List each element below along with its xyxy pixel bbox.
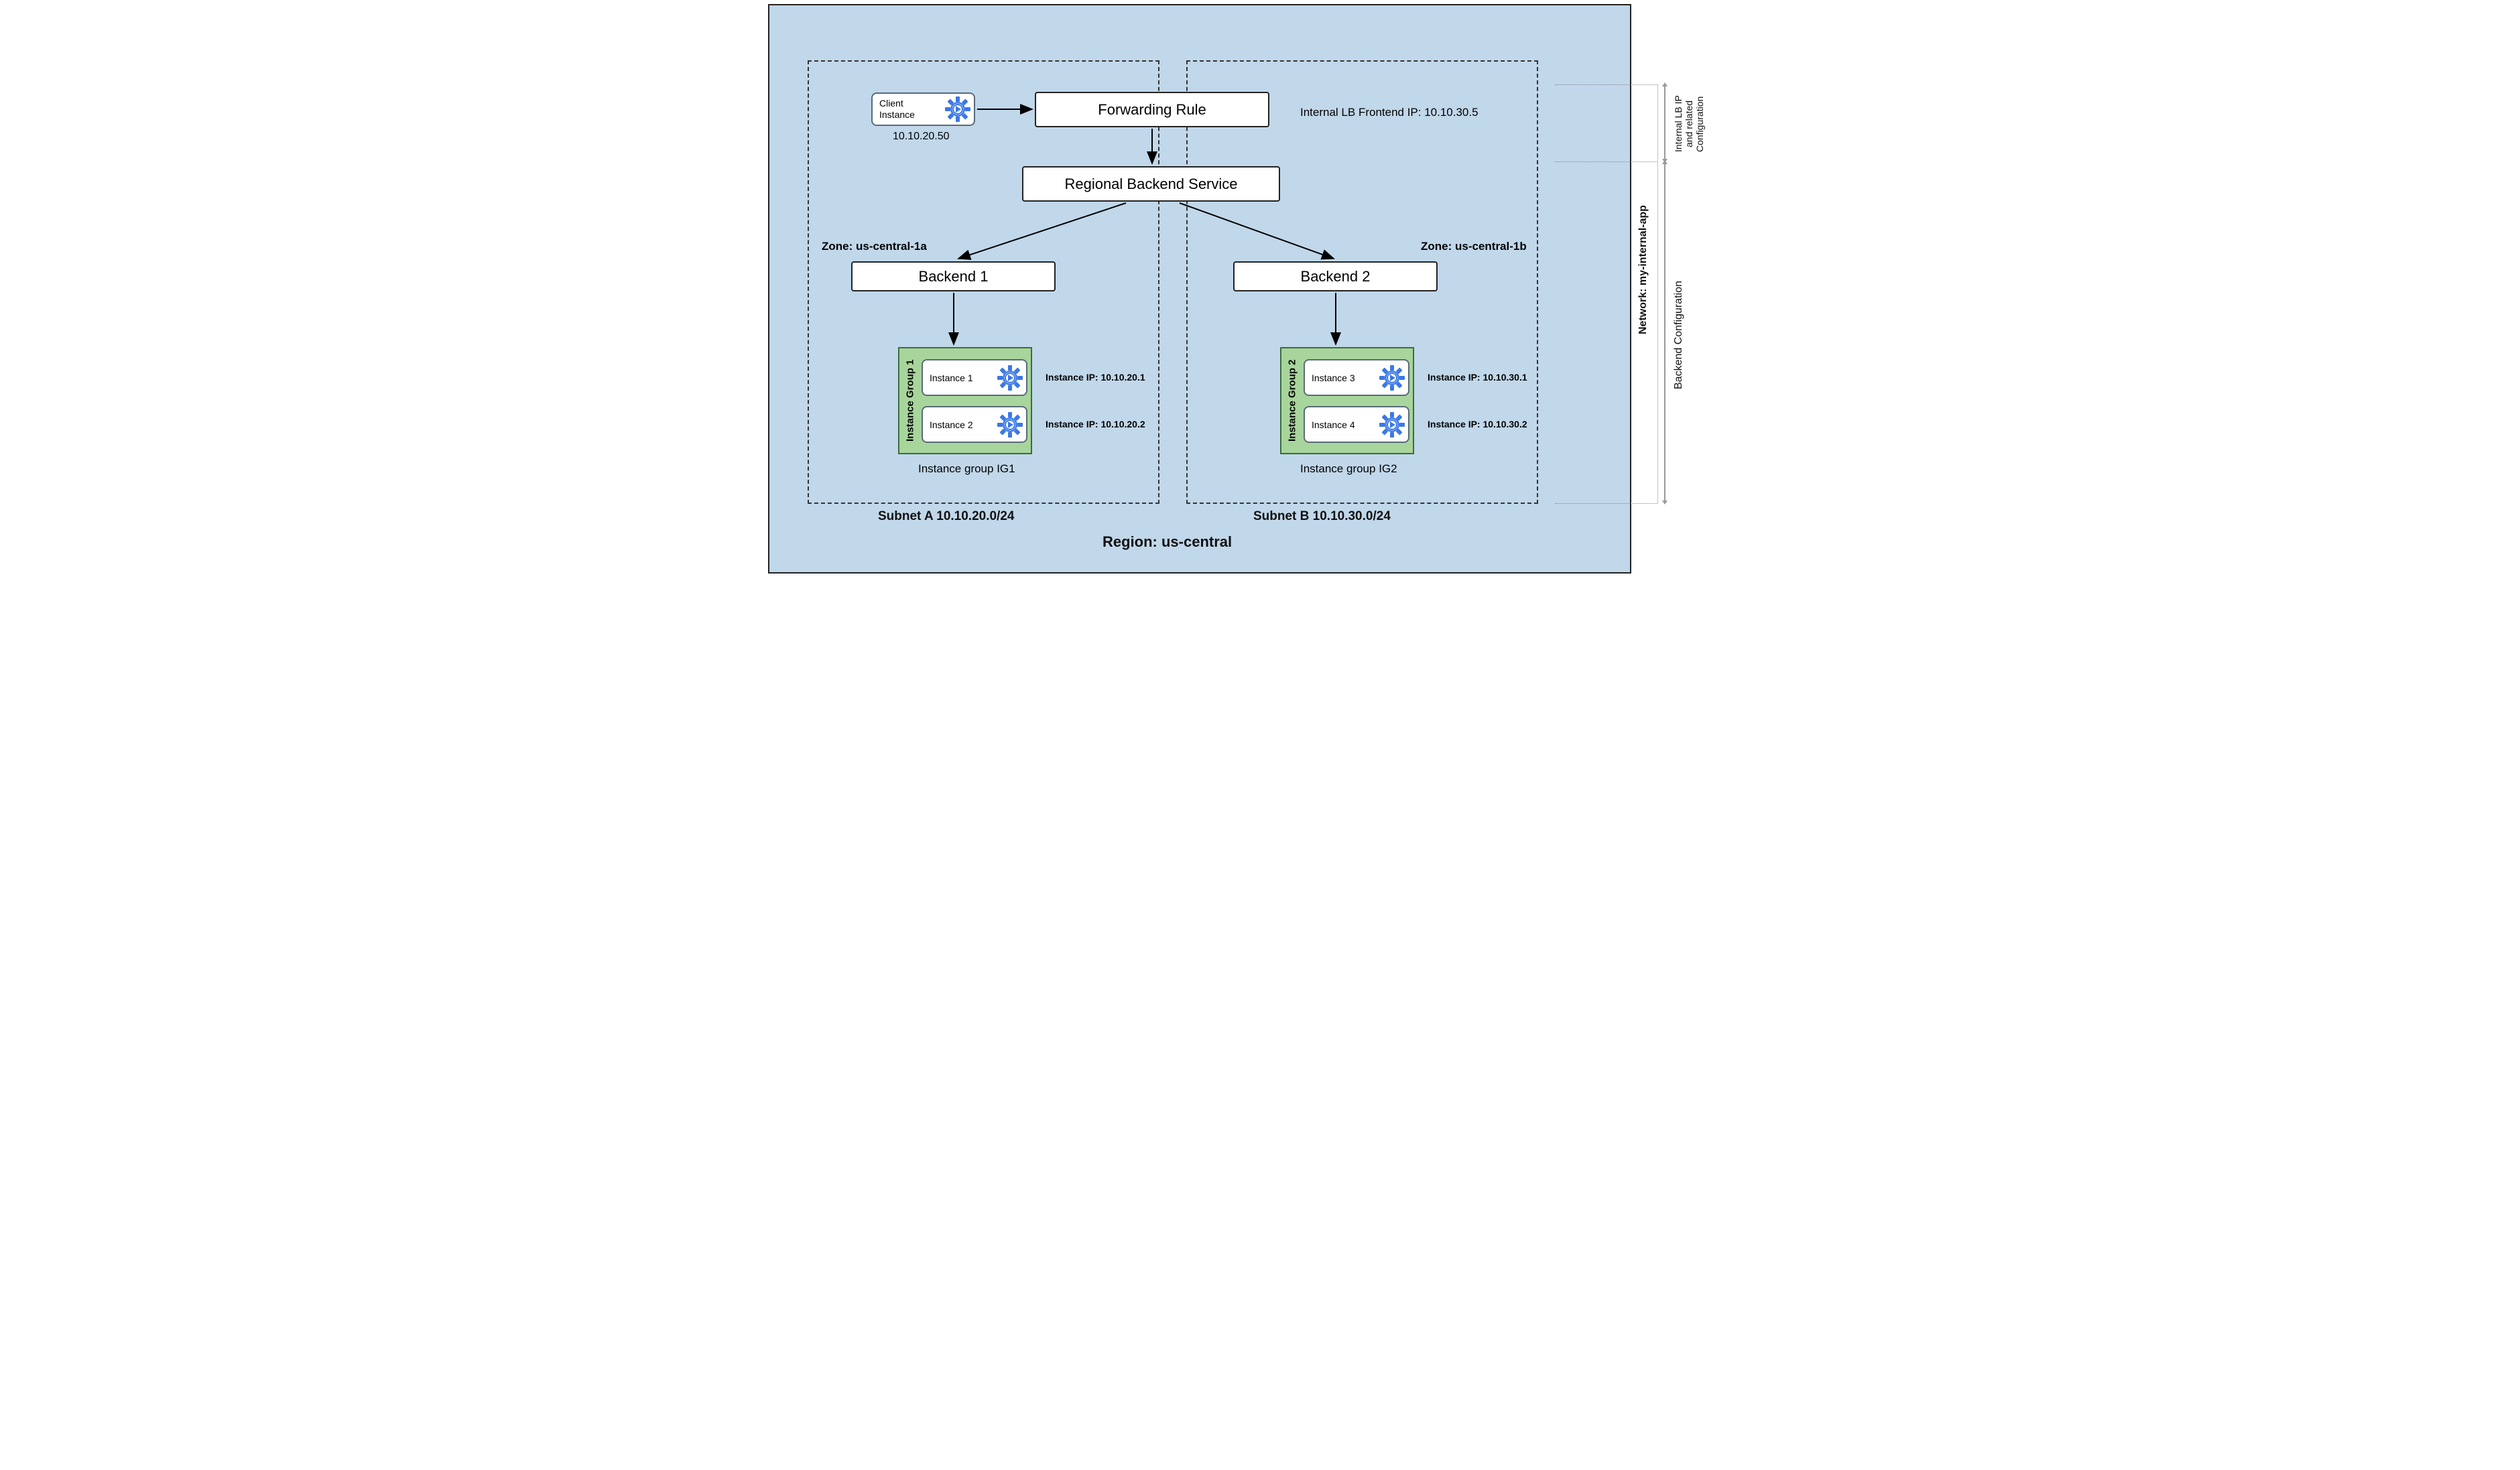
backend-1-box: Backend 1 [851,261,1056,291]
instance-3-box: Instance 3 [1304,359,1409,396]
client-instance-label: Client Instance [879,98,915,121]
client-ip-label: 10.10.20.50 [893,131,950,143]
lb-ip-section-label: Internal LB IP and related Configuration [1673,77,1705,171]
forwarding-rule-box: Forwarding Rule [1035,92,1269,127]
backend-service-box: Regional Backend Service [1022,166,1280,202]
gear-icon [1379,411,1405,438]
gear-icon [997,411,1023,438]
instance-1-label: Instance 1 [930,373,973,383]
instance-4-ip: Instance IP: 10.10.30.2 [1428,419,1527,429]
ig2-caption: Instance group IG2 [1300,462,1397,476]
ig1-caption: Instance group IG1 [918,462,1015,476]
client-instance-box: Client Instance [871,92,975,126]
diagram-canvas: Subnet A 10.10.20.0/24 Subnet B 10.10.30… [764,0,1756,578]
backend-2-box: Backend 2 [1233,261,1438,291]
zone-b-label: Zone: us-central-1b [1421,240,1527,253]
instance-group-1-box: Instance Group 1 Instance 1 Instance 2 [898,347,1032,454]
zone-a-label: Zone: us-central-1a [822,240,927,253]
instance-2-ip: Instance IP: 10.10.20.2 [1046,419,1145,429]
instance-group-2-box: Instance Group 2 Instance 3 Instance 4 [1280,347,1414,454]
backend-service-label: Regional Backend Service [1064,176,1237,193]
gear-icon [944,96,971,123]
network-name-label: Network: my-internal-app [1637,184,1649,355]
instance-1-box: Instance 1 [922,359,1027,396]
gear-icon [997,364,1023,391]
backend-1-label: Backend 1 [919,268,989,285]
instance-2-box: Instance 2 [922,406,1027,443]
range-arrow-backend [1664,163,1665,501]
instance-4-label: Instance 4 [1312,419,1355,430]
region-label: Region: us-central [1102,533,1232,551]
forwarding-rule-label: Forwarding Rule [1098,101,1206,119]
instance-3-ip: Instance IP: 10.10.30.1 [1428,372,1527,383]
subnet-a-label: Subnet A 10.10.20.0/24 [878,509,1014,524]
ig2-title: Instance Group 2 [1284,348,1300,453]
instance-3-label: Instance 3 [1312,373,1355,383]
backend-2-label: Backend 2 [1301,268,1371,285]
range-arrow-lb [1664,86,1665,159]
instance-4-box: Instance 4 [1304,406,1409,443]
gear-icon [1379,364,1405,391]
instance-1-ip: Instance IP: 10.10.20.1 [1046,372,1145,383]
subnet-b-label: Subnet B 10.10.30.0/24 [1253,509,1391,524]
instance-2-label: Instance 2 [930,419,973,430]
frontend-ip-label: Internal LB Frontend IP: 10.10.30.5 [1300,106,1478,119]
ig1-title: Instance Group 1 [902,348,918,453]
bracket-lb-ip [1555,84,1658,161]
backend-section-label: Backend Configuration [1673,261,1685,409]
